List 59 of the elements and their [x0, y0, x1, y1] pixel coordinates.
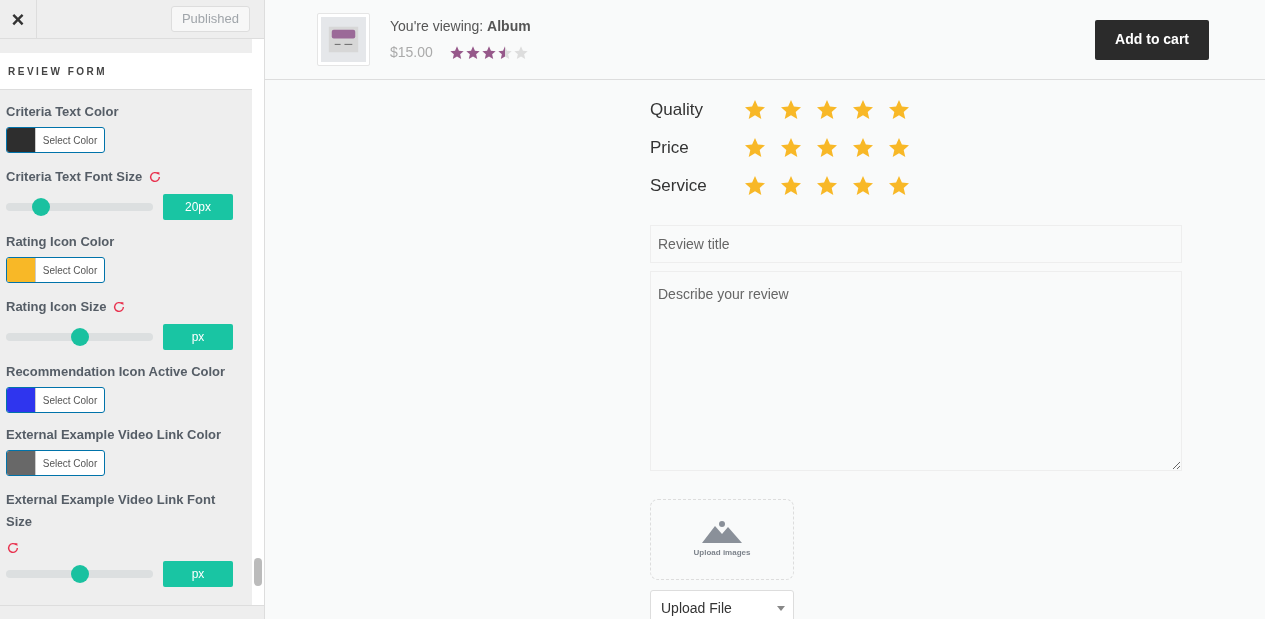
select-color-button[interactable]: Select Color — [6, 387, 105, 413]
slider[interactable] — [6, 565, 153, 583]
reset-icon[interactable] — [6, 541, 20, 555]
star-icon — [779, 174, 803, 198]
reset-icon[interactable] — [112, 300, 127, 314]
star-icon — [815, 174, 839, 198]
star-icon — [496, 44, 513, 61]
control-label: External Example Video Link Font Size — [6, 491, 217, 531]
criteria-label: Price — [650, 137, 690, 160]
star-icon — [779, 98, 803, 122]
star-icon — [851, 174, 875, 198]
review-text-field[interactable]: Describe your review — [650, 271, 1182, 471]
slider[interactable] — [6, 198, 153, 216]
star-icon — [887, 98, 911, 122]
star-icon — [851, 136, 875, 160]
slider-thumb[interactable] — [70, 565, 89, 583]
add-to-cart-button[interactable]: Add to cart — [1095, 19, 1209, 60]
slider[interactable] — [6, 328, 153, 346]
star-icon — [887, 174, 911, 198]
close-button[interactable]: × — [0, 0, 37, 38]
star-icon — [743, 174, 767, 198]
caret-icon — [777, 605, 785, 611]
select-color-button[interactable]: Select Color — [6, 257, 105, 283]
control-label: Rating Icon Size — [6, 298, 107, 316]
upload-images-button[interactable]: Upload images — [650, 499, 794, 580]
star-icon — [480, 44, 497, 61]
upload-file-select[interactable]: Upload File — [650, 590, 794, 619]
select-color-button[interactable]: Select Color — [6, 450, 105, 476]
slider-thumb[interactable] — [32, 198, 51, 216]
value-badge: px — [163, 324, 233, 350]
control-label: Criteria Text Color — [6, 103, 120, 121]
slider-thumb[interactable] — [70, 328, 89, 346]
value-badge: px — [163, 561, 233, 587]
reset-icon[interactable] — [148, 170, 163, 184]
select-color-button[interactable]: Select Color — [6, 127, 105, 153]
criteria-label: Quality — [650, 99, 704, 122]
value-badge: 20px — [163, 194, 233, 220]
control-label: Rating Icon Color — [6, 233, 116, 251]
star-icon — [815, 98, 839, 122]
product-price: $15.00 — [390, 43, 433, 62]
star-icon — [512, 44, 529, 61]
star-icon — [464, 44, 481, 61]
control-label: Recommendation Icon Active Color — [6, 363, 227, 381]
review-title-field[interactable]: Review title — [650, 225, 1182, 263]
star-icon — [743, 136, 767, 160]
product-thumbnail — [317, 13, 370, 66]
criteria-label: Service — [650, 175, 708, 198]
control-label: Criteria Text Font Size — [6, 168, 143, 186]
star-icon — [779, 136, 803, 160]
section-title: REVIEW FORM — [8, 64, 108, 79]
star-icon — [851, 98, 875, 122]
control-label: External Example Video Link Color — [6, 426, 223, 444]
star-icon — [743, 98, 767, 122]
viewing-text: You're viewing: Album — [390, 17, 531, 36]
upload-images-label: Upload images — [693, 546, 751, 559]
star-icon — [815, 136, 839, 160]
star-icon — [448, 44, 465, 61]
image-icon — [702, 520, 742, 543]
star-icon — [887, 136, 911, 160]
